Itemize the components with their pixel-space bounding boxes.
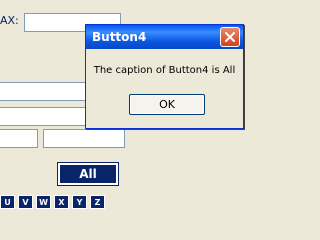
all-button[interactable]: All [57,162,119,186]
text-field-3[interactable] [0,129,38,148]
message-dialog: Button4 The caption of Button4 is All OK [85,24,244,129]
key-v[interactable]: V [18,195,33,209]
key-u[interactable]: U [0,195,15,209]
key-y[interactable]: Y [72,195,87,209]
key-z[interactable]: Z [90,195,105,209]
text-field-2[interactable] [0,107,87,126]
letter-keys: U V W X Y Z [0,195,105,209]
key-w[interactable]: W [36,195,51,209]
text-field-4[interactable] [43,129,125,148]
max-label: AX: [0,14,19,27]
dialog-titlebar[interactable]: Button4 [86,25,243,49]
ok-button[interactable]: OK [129,94,205,115]
text-field-1[interactable] [0,82,87,101]
dialog-title: Button4 [92,30,147,44]
close-icon [225,32,235,42]
key-x[interactable]: X [54,195,69,209]
close-button[interactable] [220,27,240,47]
dialog-message: The caption of Button4 is All [93,65,236,76]
